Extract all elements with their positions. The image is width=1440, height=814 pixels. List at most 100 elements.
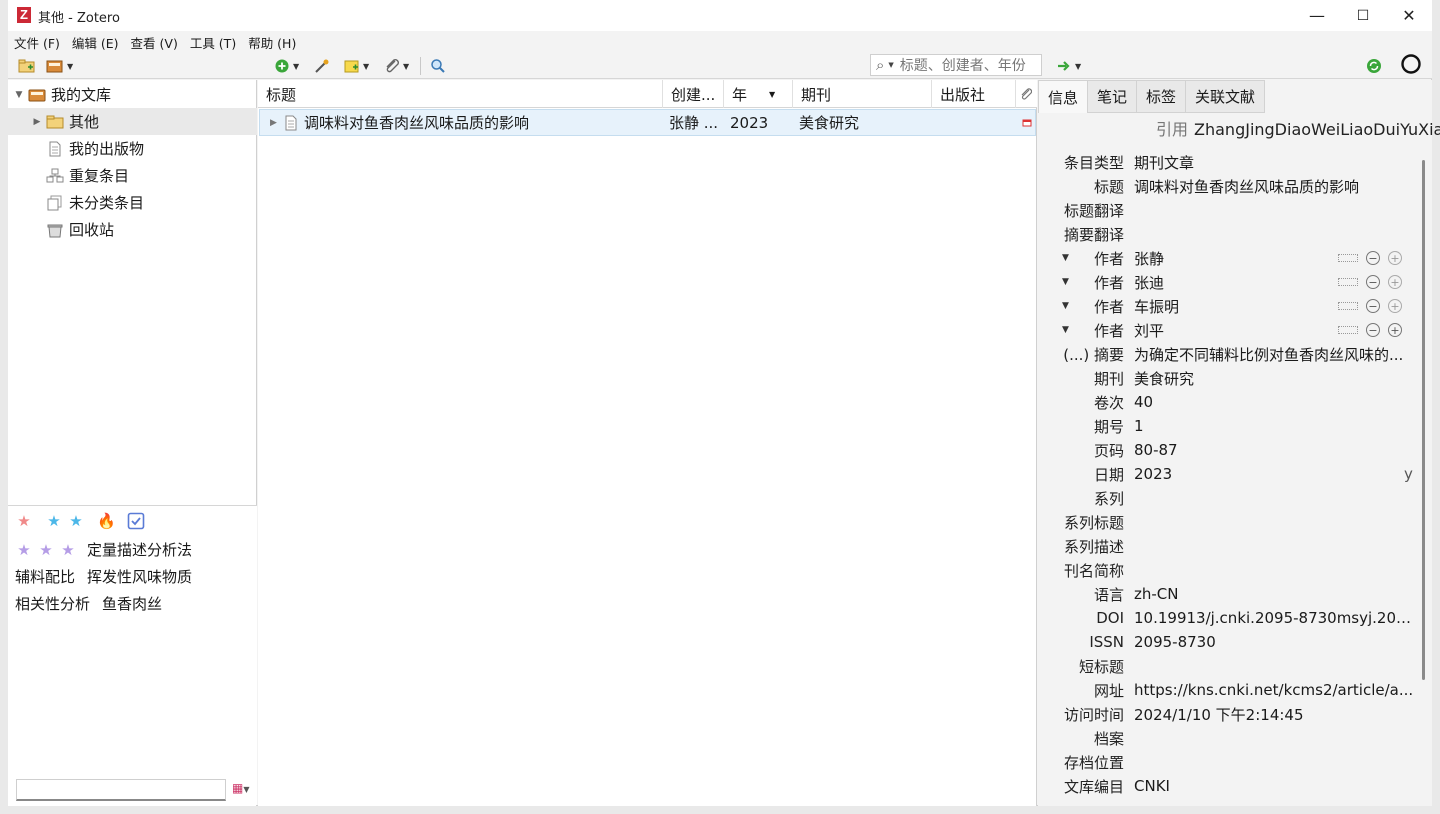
advanced-search-button[interactable] xyxy=(430,56,446,76)
menu-tools[interactable]: 工具 (T) xyxy=(190,31,242,52)
tag-item[interactable]: 定量描述分析法 xyxy=(87,539,192,560)
search-mode-chevron-icon[interactable]: ▼ xyxy=(888,61,893,69)
column-creator[interactable]: 创建... xyxy=(663,80,724,108)
chevron-right-icon[interactable]: ▶ xyxy=(270,110,277,135)
star-blue-icon[interactable]: ★ xyxy=(67,512,85,530)
search-input[interactable]: ⌕ ▼ 标题、创建者、年份 xyxy=(870,54,1042,76)
tag-item[interactable]: 辅料配比 xyxy=(15,566,75,587)
switch-name-mode-icon[interactable] xyxy=(1338,254,1358,262)
tag-actions-button[interactable]: ▦▼ xyxy=(232,781,250,795)
tree-my-publications[interactable]: 我的出版物 xyxy=(8,135,257,162)
creator-type-chevron-icon[interactable]: ▼ xyxy=(1062,301,1069,311)
zotero-window: Z 其他 - Zotero — ☐ ✕ 文件 (F) 编辑 (E) 查看 (V)… xyxy=(8,0,1440,806)
add-creator-icon[interactable]: + xyxy=(1388,299,1402,313)
new-library-button[interactable]: ▼ xyxy=(46,56,73,76)
field-issn: ISSN 2095-8730 xyxy=(1089,633,1216,651)
grid-menu-icon: ▦ xyxy=(232,781,244,795)
creator-type-chevron-icon[interactable]: ▼ xyxy=(1062,253,1069,263)
column-year[interactable]: 年 ▼ xyxy=(724,80,793,108)
remove-creator-icon[interactable]: − xyxy=(1366,275,1380,289)
creator-type-chevron-icon[interactable]: ▼ xyxy=(1062,325,1069,335)
table-row[interactable]: ▶ 调味料对鱼香肉丝风味品质的影响 张静 ... 2023 美食研究 xyxy=(259,109,1036,136)
date-format-flag: y xyxy=(1404,465,1413,483)
tree-duplicates[interactable]: 重复条目 xyxy=(8,162,257,189)
close-button[interactable]: ✕ xyxy=(1386,0,1432,31)
switch-name-mode-icon[interactable] xyxy=(1338,278,1358,286)
field-url: 网址 https://kns.cnki.net/kcms2/article/a.… xyxy=(1093,681,1414,700)
tab-tags[interactable]: 标签 xyxy=(1137,80,1187,113)
tab-info[interactable]: 信息 xyxy=(1038,80,1089,113)
field-author: ▼ 作者 张静 − + xyxy=(1038,246,1418,270)
switch-name-mode-icon[interactable] xyxy=(1338,326,1358,334)
star-blue-icon[interactable]: ★ xyxy=(45,512,63,530)
checkbox-icon[interactable] xyxy=(127,512,145,530)
minimize-button[interactable]: — xyxy=(1294,0,1340,31)
add-creator-icon[interactable]: + xyxy=(1388,323,1402,337)
arrow-right-icon xyxy=(1058,61,1070,71)
scrollbar[interactable] xyxy=(1422,160,1425,680)
tree-label: 未分类条目 xyxy=(69,194,145,212)
add-by-identifier-button[interactable] xyxy=(314,56,330,76)
column-publisher[interactable]: 出版社 xyxy=(932,80,1016,108)
tag-item[interactable]: 鱼香肉丝 xyxy=(102,593,162,614)
chevron-right-icon[interactable]: ▶ xyxy=(31,117,43,127)
tree-trash[interactable]: 回收站 xyxy=(8,216,257,243)
menu-help[interactable]: 帮助 (H) xyxy=(248,31,302,52)
star-purple-icon[interactable]: ★ xyxy=(59,541,77,559)
new-item-button[interactable]: ▼ xyxy=(274,56,299,76)
tags-row-1: ★ ★ ★ 定量描述分析法 xyxy=(15,539,204,560)
item-title: 调味料对鱼香肉丝风味品质的影响 xyxy=(304,114,530,132)
column-journal[interactable]: 期刊 xyxy=(793,80,932,108)
menu-view[interactable]: 查看 (V) xyxy=(131,31,184,52)
tree-my-library[interactable]: ▼ 我的文库 xyxy=(8,81,257,108)
star-red-icon[interactable]: ★ xyxy=(15,512,33,530)
remove-creator-icon[interactable]: − xyxy=(1366,251,1380,265)
citation-key-label: 引用 xyxy=(1156,120,1189,139)
add-circle-icon xyxy=(275,59,289,73)
tree-label: 我的出版物 xyxy=(69,140,145,158)
tag-item[interactable]: 相关性分析 xyxy=(15,593,90,614)
add-attachment-button[interactable]: ▼ xyxy=(384,56,409,76)
column-attachments[interactable] xyxy=(1016,80,1037,108)
flame-icon[interactable]: 🔥 xyxy=(97,512,116,530)
field-doi: DOI 10.19913/j.cnki.2095-8730msyj.202... xyxy=(1096,609,1414,627)
tab-related[interactable]: 关联文献 xyxy=(1186,80,1266,113)
folder-icon xyxy=(46,115,64,128)
star-purple-icon[interactable]: ★ xyxy=(15,541,33,559)
remove-creator-icon[interactable]: − xyxy=(1366,323,1380,337)
tree-unfiled[interactable]: 未分类条目 xyxy=(8,189,257,216)
star-purple-icon[interactable]: ★ xyxy=(37,541,55,559)
new-note-button[interactable]: ▼ xyxy=(344,56,369,76)
maximize-button[interactable]: ☐ xyxy=(1340,0,1386,31)
field-series: 系列 xyxy=(1093,489,1124,508)
trash-icon xyxy=(47,224,63,237)
tag-item[interactable]: 挥发性风味物质 xyxy=(87,566,192,587)
activity-button[interactable] xyxy=(1400,54,1422,74)
add-creator-icon[interactable]: + xyxy=(1388,251,1402,265)
chevron-down-icon[interactable]: ▼ xyxy=(13,90,25,100)
menu-edit[interactable]: 编辑 (E) xyxy=(72,31,125,52)
chevron-down-icon: ▼ xyxy=(243,785,250,794)
library-icon xyxy=(28,89,46,101)
citation-key-value[interactable]: ZhangJingDiaoWeiLiaoDuiYuXiang xyxy=(1194,120,1440,139)
switch-name-mode-icon[interactable] xyxy=(1338,302,1358,310)
add-creator-icon[interactable]: + xyxy=(1388,275,1402,289)
new-collection-button[interactable] xyxy=(18,56,36,76)
tags-row-2: 辅料配比 挥发性风味物质 xyxy=(15,566,204,587)
collections-pane: ▼ 我的文库 ▶ 其他 我的出版物 重复条目 未分类条目 回收站 ★ ★ ★ 🔥… xyxy=(8,80,257,806)
tag-filter-input[interactable] xyxy=(16,779,226,801)
item-type-value[interactable]: 期刊文章 xyxy=(1134,152,1414,173)
field-access-date: 访问时间 2024/1/10 下午2:14:45 xyxy=(1063,705,1304,724)
column-title[interactable]: 标题 xyxy=(258,80,663,108)
locate-button[interactable]: ▼ xyxy=(1056,56,1081,76)
creator-type-chevron-icon[interactable]: ▼ xyxy=(1062,277,1069,287)
tree-collection-other[interactable]: ▶ 其他 xyxy=(8,108,257,135)
sync-button[interactable] xyxy=(1366,56,1382,76)
tab-notes[interactable]: 笔记 xyxy=(1088,80,1138,113)
title-value[interactable]: 调味料对鱼香肉丝风味品质的影响 xyxy=(1134,176,1414,197)
field-title: 标题 调味料对鱼香肉丝风味品质的影响 xyxy=(1038,174,1418,198)
pdf-icon[interactable] xyxy=(1022,110,1032,135)
remove-creator-icon[interactable]: − xyxy=(1366,299,1380,313)
menu-file[interactable]: 文件 (F) xyxy=(14,31,66,52)
abstract-value[interactable]: 为确定不同辅料比例对鱼香肉丝风味的... xyxy=(1134,344,1414,365)
